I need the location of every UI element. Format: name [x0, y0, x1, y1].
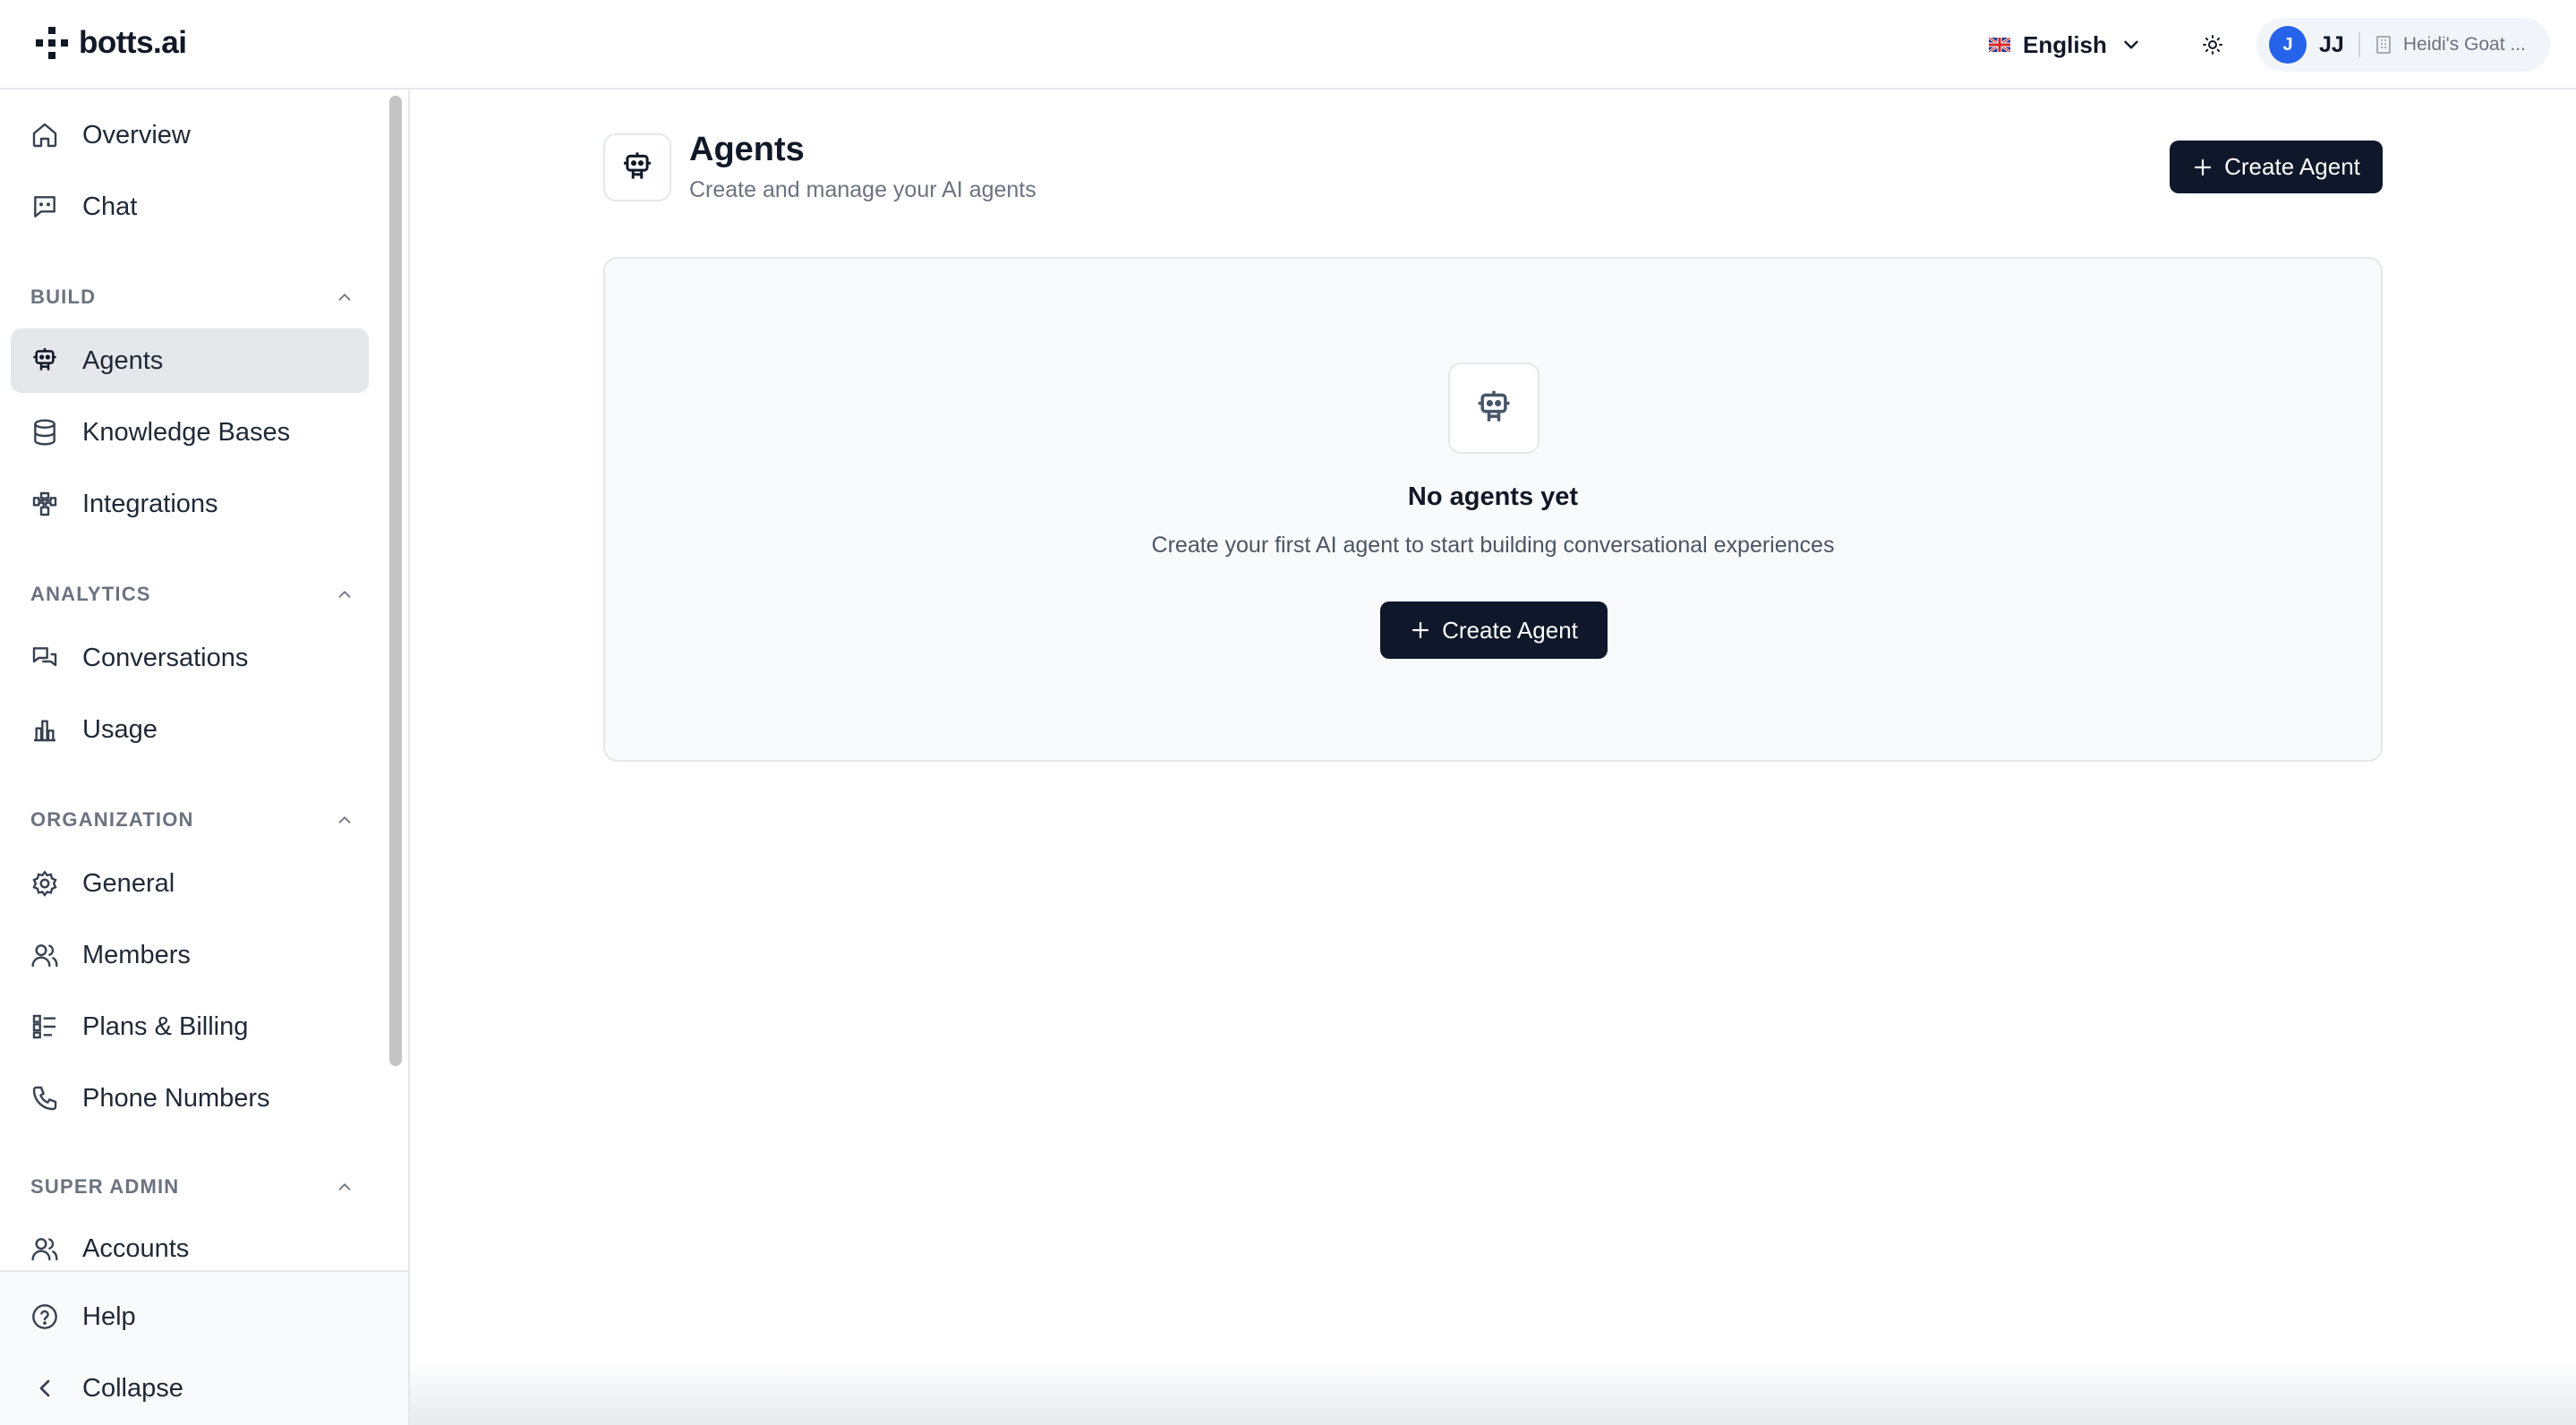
sidebar-item-accounts[interactable]: Accounts	[11, 1216, 369, 1270]
theme-toggle-button[interactable]	[2195, 27, 2231, 63]
sidebar-item-label: Knowledge Bases	[82, 417, 291, 447]
button-label: Create Agent	[1442, 616, 1578, 644]
sidebar-item-label: Phone Numbers	[82, 1083, 270, 1113]
plus-icon	[2195, 158, 2212, 175]
sidebar-item-label: Members	[82, 940, 191, 969]
sidebar-item-label: Chat	[82, 192, 138, 221]
logo-mark-icon	[36, 27, 68, 59]
users-icon	[31, 944, 58, 968]
sidebar-item-general[interactable]: General	[11, 851, 369, 916]
home-icon	[32, 123, 57, 148]
bar-chart-icon	[34, 720, 55, 742]
user-menu[interactable]: J JJ Heidi's Goat ...	[2256, 18, 2550, 72]
conversations-icon	[32, 647, 57, 667]
create-agent-button[interactable]: Create Agent	[2170, 141, 2383, 193]
robot-icon	[623, 152, 652, 179]
database-icon	[34, 419, 55, 446]
page-title: Agents	[689, 131, 805, 168]
section-title: ORGANIZATION	[30, 808, 194, 831]
sidebar-item-label: Help	[82, 1301, 136, 1331]
brand-name: botts.ai	[79, 25, 187, 60]
section-analytics-header[interactable]: ANALYTICS	[30, 581, 354, 608]
empty-state-icon	[1448, 363, 1540, 454]
phone-icon	[32, 1086, 57, 1111]
chevron-left-icon	[39, 1379, 50, 1397]
sidebar-item-label: Agents	[82, 346, 164, 375]
sidebar-item-label: Conversations	[82, 643, 249, 672]
uk-flag-icon	[1989, 38, 2010, 52]
sidebar-scrollbar[interactable]	[389, 96, 402, 1066]
sidebar-item-label: Usage	[82, 714, 158, 744]
section-build-header[interactable]: BUILD	[30, 284, 354, 311]
chevron-up-icon	[338, 1182, 351, 1190]
sidebar-footer: Help Collapse	[0, 1270, 408, 1425]
sidebar-item-phone-numbers[interactable]: Phone Numbers	[11, 1066, 369, 1131]
chevron-up-icon	[338, 815, 351, 823]
sidebar: Overview Chat BUILD Agents Knowledge Bas…	[0, 90, 410, 1425]
empty-state-title: No agents yet	[1407, 482, 1579, 511]
empty-state: No agents yet Create your first AI agent…	[603, 257, 2383, 762]
language-selector[interactable]: English	[1989, 25, 2143, 64]
section-title: SUPER ADMIN	[30, 1175, 180, 1198]
sidebar-item-members[interactable]: Members	[11, 923, 369, 987]
sidebar-item-plans-billing[interactable]: Plans & Billing	[11, 994, 369, 1059]
sidebar-item-label: Overview	[82, 120, 191, 149]
gear-icon	[32, 870, 57, 897]
sidebar-item-integrations[interactable]: Integrations	[11, 472, 369, 536]
robot-icon	[1478, 390, 1510, 422]
sidebar-item-label: Integrations	[82, 489, 218, 518]
page-subtitle: Create and manage your AI agents	[689, 177, 1036, 202]
sidebar-item-chat[interactable]: Chat	[11, 175, 369, 239]
section-organization-header[interactable]: ORGANIZATION	[30, 806, 354, 833]
building-icon	[2376, 36, 2391, 54]
puzzle-icon	[32, 491, 57, 516]
help-icon	[32, 1304, 57, 1329]
chevron-down-icon	[2124, 40, 2138, 49]
brand-logo[interactable]: botts.ai	[34, 25, 187, 61]
chevron-up-icon	[338, 293, 351, 301]
user-initials: JJ	[2319, 31, 2344, 57]
sidebar-nav: Overview Chat BUILD Agents Knowledge Bas…	[0, 90, 385, 1270]
sidebar-item-label: Accounts	[82, 1233, 190, 1263]
sidebar-item-agents[interactable]: Agents	[11, 329, 369, 393]
page-icon	[603, 133, 671, 201]
empty-state-description: Create your first AI agent to start buil…	[1151, 533, 1835, 558]
sidebar-item-label: General	[82, 868, 175, 898]
sidebar-item-overview[interactable]: Overview	[11, 103, 369, 167]
sidebar-item-knowledge-bases[interactable]: Knowledge Bases	[11, 400, 369, 465]
list-icon	[32, 1014, 55, 1039]
robot-icon	[33, 348, 56, 371]
sidebar-item-label: Collapse	[82, 1373, 183, 1403]
organization-name: Heidi's Goat ...	[2402, 34, 2526, 55]
section-super-admin-header[interactable]: SUPER ADMIN	[30, 1173, 354, 1200]
bottom-fade	[410, 1361, 2576, 1425]
collapse-sidebar-button[interactable]: Collapse	[11, 1356, 369, 1421]
section-title: BUILD	[30, 286, 97, 308]
plus-icon	[1412, 621, 1429, 639]
language-label: English	[2023, 30, 2107, 58]
avatar: J	[2269, 26, 2307, 64]
sidebar-item-help[interactable]: Help	[11, 1284, 369, 1349]
chat-icon	[34, 196, 55, 218]
sidebar-item-conversations[interactable]: Conversations	[11, 626, 369, 690]
chevron-up-icon	[338, 590, 351, 598]
sidebar-item-usage[interactable]: Usage	[11, 697, 369, 762]
sun-icon	[2203, 35, 2222, 55]
button-label: Create Agent	[2224, 153, 2360, 180]
section-title: ANALYTICS	[30, 583, 151, 605]
users-icon	[31, 1238, 58, 1261]
divider	[2358, 32, 2360, 57]
sidebar-item-label: Plans & Billing	[82, 1011, 249, 1041]
create-first-agent-button[interactable]: Create Agent	[1380, 602, 1608, 659]
top-bar: botts.ai English J JJ Heidi's Goat ...	[0, 0, 2576, 90]
